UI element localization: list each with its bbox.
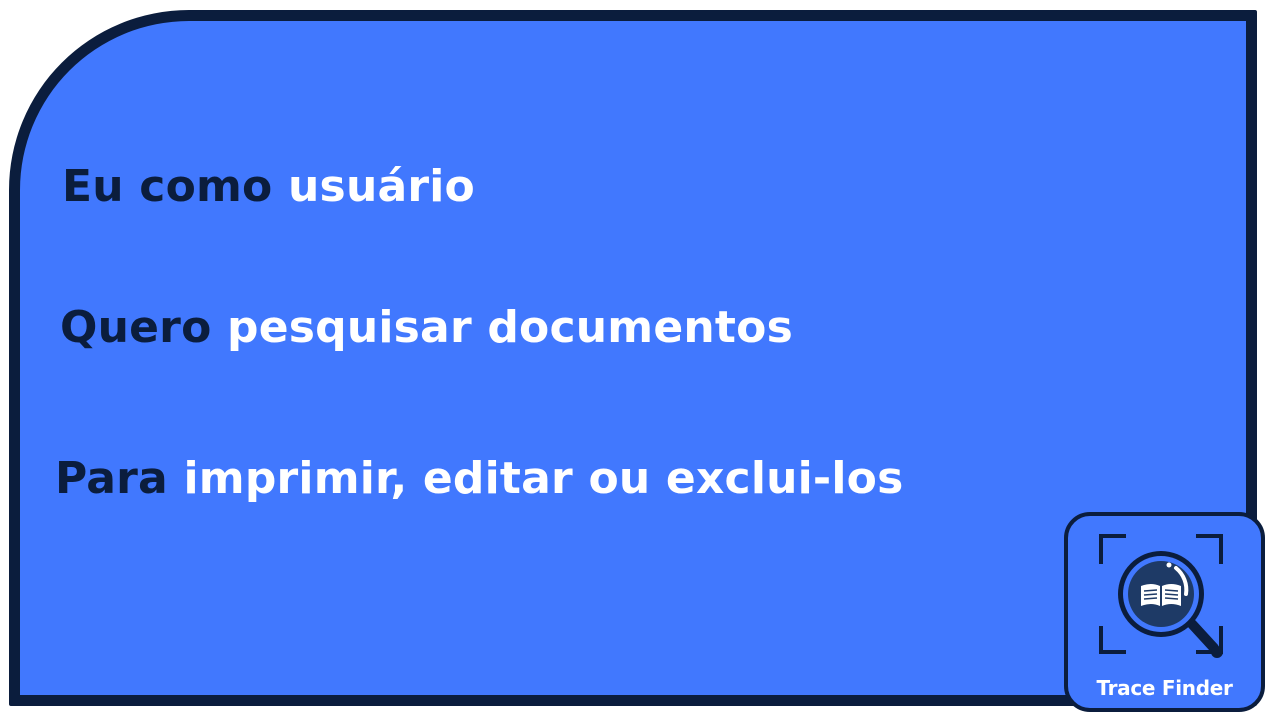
story-line-role-value: usuário <box>288 161 475 212</box>
story-line-benefit: Para imprimir, editar ou exclui-los <box>55 457 903 501</box>
trace-finder-logo: Trace Finder <box>1064 512 1265 712</box>
story-line-benefit-lead: Para <box>55 453 168 504</box>
story-line-role: Eu como usuário <box>62 165 475 209</box>
story-line-goal: Quero pesquisar documentos <box>60 306 793 350</box>
logo-label: Trace Finder <box>1096 676 1233 700</box>
story-line-goal-value: pesquisar documentos <box>227 302 793 353</box>
story-line-role-lead: Eu como <box>62 161 273 212</box>
story-line-benefit-value: imprimir, editar ou exclui-los <box>183 453 904 504</box>
story-line-goal-lead: Quero <box>60 302 212 353</box>
